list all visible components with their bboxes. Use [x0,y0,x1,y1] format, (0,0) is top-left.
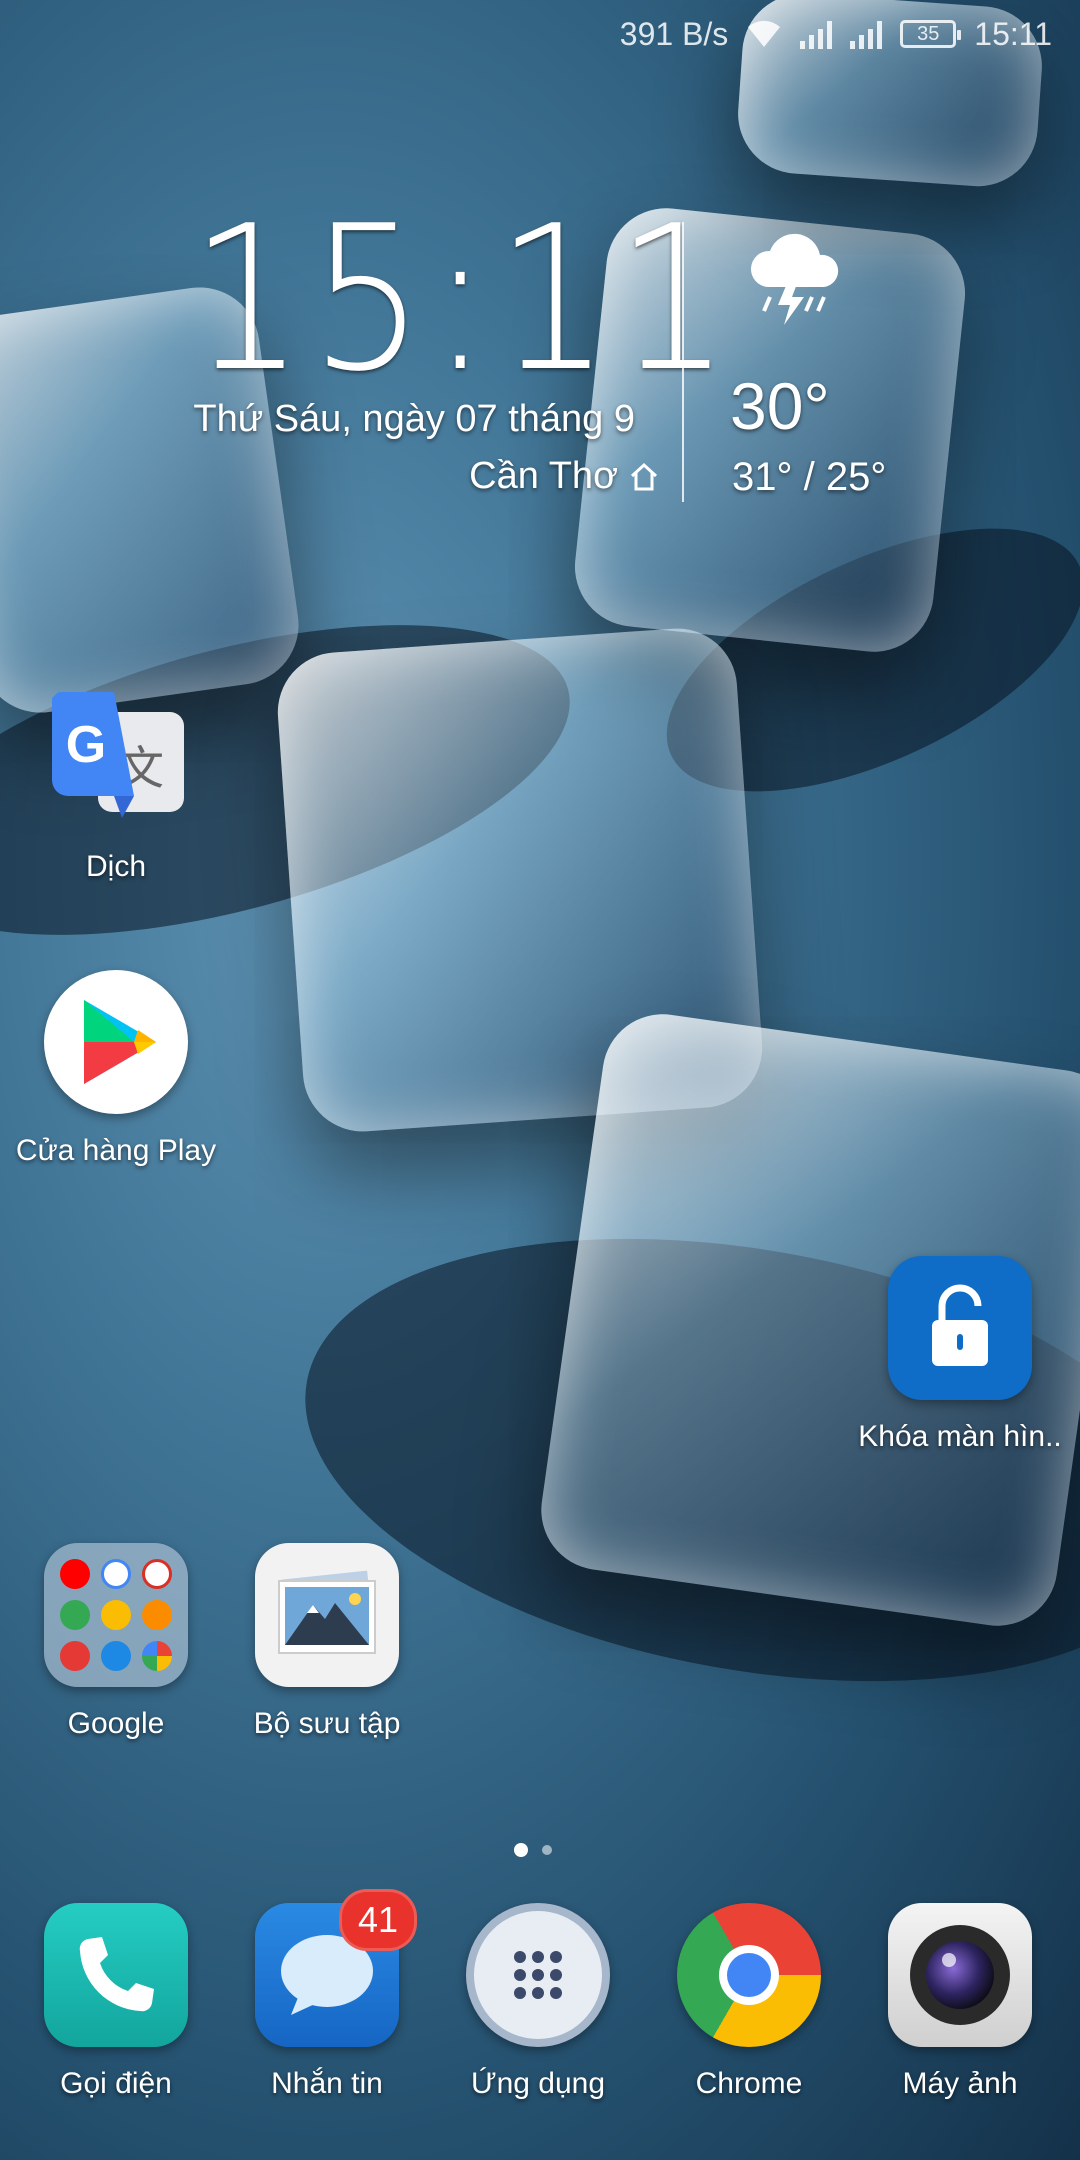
net-speed: 391 B/s [619,15,729,52]
page-indicator [514,1843,552,1857]
google-icon [100,1559,131,1590]
page-dot-active[interactable] [514,1843,528,1857]
current-temperature: 30° [730,369,830,443]
play-store-icon [44,970,188,1114]
youtube-icon [60,1559,91,1590]
app-label: Bộ sưu tập [253,1707,401,1740]
thunderstorm-icon[interactable] [740,225,850,335]
duo-icon [100,1640,131,1671]
app-lock-screen[interactable]: Khóa màn hìn.. [858,1256,1062,1454]
dock-all-apps[interactable]: Ứng dụng [438,1903,638,2101]
status-time: 15:11 [974,15,1052,52]
gmail-icon [141,1559,172,1590]
app-label: Chrome [695,2067,803,2100]
drive-icon [100,1599,131,1630]
app-label: Cửa hàng Play [15,1134,217,1167]
folder-icon [44,1543,188,1687]
battery-icon: 35 [900,20,962,48]
dock-messages[interactable]: 41 Nhắn tin [227,1889,427,2101]
maps-icon [60,1599,91,1630]
play-music-icon [141,1599,172,1630]
clock-time[interactable]: 15:11 [190,200,730,400]
signal-icon [850,19,883,49]
app-label: Máy ảnh [902,2067,1018,2100]
city-name: Cần Thơ [469,455,618,497]
app-label: Nhắn tin [271,2067,383,2100]
phone-icon [44,1903,188,2047]
app-label: Khóa màn hìn.. [858,1420,1062,1453]
app-play-store[interactable]: Cửa hàng Play [16,970,216,1168]
battery-level: 35 [917,22,940,45]
app-label: Google [67,1707,165,1740]
translate-icon: 文 G [44,686,188,830]
app-label: Dịch [85,850,146,883]
status-bar: 391 B/s 35 15:11 [0,0,1080,68]
gallery-icon [255,1543,399,1687]
dock-phone[interactable]: Gọi điện [16,1903,216,2101]
chrome-icon [677,1903,821,2047]
signal-icon [800,19,833,49]
apps-grid-icon [466,1903,610,2047]
unread-badge: 41 [339,1889,417,1951]
play-movies-icon [60,1640,91,1671]
dock-chrome[interactable]: Chrome [649,1903,849,2101]
clock-date: Thứ Sáu, ngày 07 tháng 9 [193,398,635,440]
app-label: Ứng dụng [470,2067,606,2100]
home-icon [630,462,658,490]
dock-camera[interactable]: Máy ảnh [860,1903,1060,2101]
widget-divider [682,222,684,502]
app-label: Gọi điện [60,2067,172,2100]
wifi-icon [748,20,781,47]
folder-google[interactable]: Google [16,1543,216,1741]
camera-icon [888,1903,1032,2047]
lock-icon [888,1256,1032,1400]
app-gallery[interactable]: Bộ sưu tập [227,1543,427,1741]
photos-icon [141,1640,172,1671]
svg-text:G: G [66,716,106,774]
app-translate[interactable]: 文 G Dịch [16,686,216,884]
temperature-range: 31° / 25° [732,455,887,499]
city-label[interactable]: Cần Thơ [469,455,660,498]
page-dot[interactable] [542,1845,552,1855]
